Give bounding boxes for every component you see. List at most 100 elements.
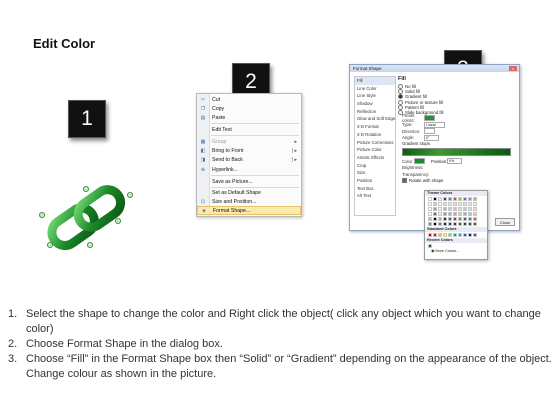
standard-color-swatch[interactable] xyxy=(458,233,462,237)
theme-color-swatch[interactable] xyxy=(463,222,467,226)
menu-item-send-to-back[interactable]: ◨ Send to Back | ▸ xyxy=(197,155,301,164)
category-text-box[interactable]: Text Box xyxy=(355,185,395,193)
theme-color-swatch[interactable] xyxy=(448,207,452,211)
theme-color-swatch[interactable] xyxy=(453,207,457,211)
theme-color-swatch[interactable] xyxy=(473,217,477,221)
theme-color-swatch[interactable] xyxy=(473,207,477,211)
theme-color-swatch[interactable] xyxy=(473,212,477,216)
category-artistic-effects[interactable]: Artistic Effects xyxy=(355,154,395,162)
standard-color-swatch[interactable] xyxy=(443,233,447,237)
theme-color-swatch[interactable] xyxy=(448,217,452,221)
theme-color-swatch[interactable] xyxy=(453,217,457,221)
standard-color-swatch[interactable] xyxy=(433,233,437,237)
theme-color-swatch[interactable] xyxy=(473,197,477,201)
theme-color-swatch[interactable] xyxy=(428,202,432,206)
theme-color-swatch[interactable] xyxy=(433,202,437,206)
theme-color-swatch[interactable] xyxy=(458,202,462,206)
theme-color-swatch[interactable] xyxy=(448,212,452,216)
menu-item-set-default-shape[interactable]: Set as Default Shape xyxy=(197,188,301,197)
menu-item-format-shape[interactable]: ◈ Format Shape... xyxy=(197,206,301,215)
theme-color-swatch[interactable] xyxy=(473,202,477,206)
theme-color-swatch[interactable] xyxy=(453,202,457,206)
menu-item-paste[interactable]: ▤ Paste xyxy=(197,113,301,122)
preset-colors-dropdown[interactable] xyxy=(424,115,435,122)
type-dropdown[interactable]: Linear xyxy=(424,121,445,128)
theme-color-swatch[interactable] xyxy=(468,222,472,226)
theme-color-swatch[interactable] xyxy=(463,197,467,201)
menu-item-save-as-picture[interactable]: Save as Picture... xyxy=(197,177,301,186)
theme-color-swatch[interactable] xyxy=(433,212,437,216)
theme-color-swatch[interactable] xyxy=(438,202,442,206)
theme-color-swatch[interactable] xyxy=(428,212,432,216)
menu-item-hyperlink[interactable]: ⊕ Hyperlink... xyxy=(197,165,301,174)
theme-color-swatch[interactable] xyxy=(458,207,462,211)
angle-field[interactable]: 0° xyxy=(424,134,439,141)
recent-color-swatch[interactable] xyxy=(428,244,432,248)
category-picture-corrections[interactable]: Picture Corrections xyxy=(355,139,395,147)
theme-color-swatch[interactable] xyxy=(458,222,462,226)
theme-color-swatch[interactable] xyxy=(458,217,462,221)
category-3d-rotation[interactable]: 3-D Rotation xyxy=(355,131,395,139)
standard-color-swatch[interactable] xyxy=(468,233,472,237)
theme-color-swatch[interactable] xyxy=(438,207,442,211)
theme-color-swatch[interactable] xyxy=(443,197,447,201)
standard-color-swatch[interactable] xyxy=(473,233,477,237)
theme-color-swatch[interactable] xyxy=(468,207,472,211)
theme-color-swatch[interactable] xyxy=(433,217,437,221)
theme-color-swatch[interactable] xyxy=(428,197,432,201)
category-fill[interactable]: Fill xyxy=(355,77,395,85)
category-crop[interactable]: Crop xyxy=(355,162,395,170)
theme-color-swatch[interactable] xyxy=(438,222,442,226)
theme-color-swatch[interactable] xyxy=(458,212,462,216)
standard-color-swatch[interactable] xyxy=(438,233,442,237)
theme-color-swatch[interactable] xyxy=(453,197,457,201)
theme-color-swatch[interactable] xyxy=(463,217,467,221)
menu-item-copy[interactable]: ❐ Copy xyxy=(197,104,301,113)
chain-link-shape[interactable] xyxy=(30,185,142,253)
category-position[interactable]: Position xyxy=(355,177,395,185)
menu-item-edit-text[interactable]: Edit Text xyxy=(197,125,301,134)
menu-item-bring-to-front[interactable]: ◧ Bring to Front | ▸ xyxy=(197,146,301,155)
theme-color-swatch[interactable] xyxy=(438,197,442,201)
standard-color-swatch[interactable] xyxy=(448,233,452,237)
theme-color-swatch[interactable] xyxy=(468,212,472,216)
theme-color-swatch[interactable] xyxy=(463,202,467,206)
theme-color-swatch[interactable] xyxy=(438,217,442,221)
category-line-color[interactable]: Line Color xyxy=(355,85,395,93)
theme-color-swatch[interactable] xyxy=(443,222,447,226)
theme-color-swatch[interactable] xyxy=(458,197,462,201)
theme-color-swatch[interactable] xyxy=(443,217,447,221)
theme-color-swatch[interactable] xyxy=(443,212,447,216)
theme-color-swatch[interactable] xyxy=(433,207,437,211)
rotate-with-shape-checkbox[interactable]: Rotate with shape xyxy=(402,177,515,183)
category-alt-text[interactable]: Alt Text xyxy=(355,192,395,200)
theme-color-swatch[interactable] xyxy=(443,202,447,206)
theme-color-swatch[interactable] xyxy=(453,222,457,226)
direction-dropdown[interactable] xyxy=(424,128,435,135)
theme-color-swatch[interactable] xyxy=(468,217,472,221)
theme-color-swatch[interactable] xyxy=(428,217,432,221)
theme-color-swatch[interactable] xyxy=(453,212,457,216)
category-glow[interactable]: Glow and Soft Edges xyxy=(355,115,395,123)
close-button[interactable]: Close xyxy=(495,218,515,226)
standard-color-swatch[interactable] xyxy=(463,233,467,237)
menu-item-size-position[interactable]: ⊡ Size and Position... xyxy=(197,197,301,206)
theme-color-swatch[interactable] xyxy=(438,212,442,216)
theme-color-swatch[interactable] xyxy=(433,222,437,226)
theme-color-swatch[interactable] xyxy=(443,207,447,211)
theme-color-swatch[interactable] xyxy=(473,222,477,226)
theme-color-swatch[interactable] xyxy=(448,197,452,201)
theme-color-swatch[interactable] xyxy=(468,197,472,201)
category-picture-color[interactable]: Picture Color xyxy=(355,146,395,154)
standard-color-swatch[interactable] xyxy=(428,233,432,237)
close-icon[interactable]: x xyxy=(509,66,517,71)
more-colors-link[interactable]: ◉ More Colors... xyxy=(425,249,487,254)
theme-color-swatch[interactable] xyxy=(448,202,452,206)
theme-color-swatch[interactable] xyxy=(428,222,432,226)
menu-item-cut[interactable]: ✂ Cut xyxy=(197,95,301,104)
standard-color-swatch[interactable] xyxy=(453,233,457,237)
category-reflection[interactable]: Reflection xyxy=(355,108,395,116)
theme-color-swatch[interactable] xyxy=(448,222,452,226)
theme-color-swatch[interactable] xyxy=(468,202,472,206)
position-field[interactable]: 0% xyxy=(447,158,462,165)
